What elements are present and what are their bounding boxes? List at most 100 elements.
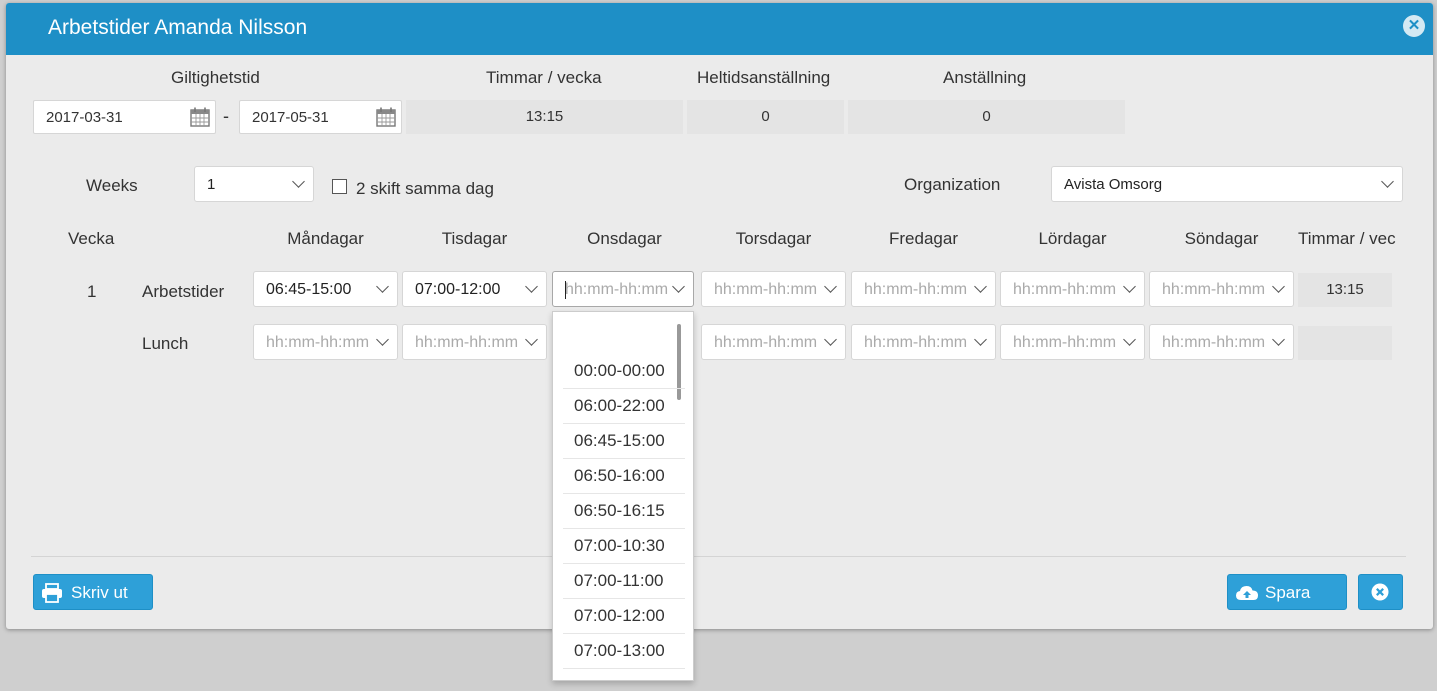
chevron-down-icon [973,281,989,297]
organization-select[interactable]: Avista Omsorg [1051,166,1403,202]
chevron-down-icon [524,281,540,297]
work-time-tuesday-value: 07:00-12:00 [415,281,501,298]
work-time-thursday-placeholder: hh:mm-hh:mm [714,281,818,298]
lunch-time-thursday[interactable]: hh:mm-hh:mm [701,324,846,360]
dropdown-option[interactable]: 07:00-10:30 [563,529,685,564]
lunch-time-thursday-placeholder: hh:mm-hh:mm [714,334,818,351]
lunch-time-saturday-placeholder: hh:mm-hh:mm [1013,334,1117,351]
row-label-lunch: Lunch [142,334,189,353]
work-week-total: 13:15 [1298,273,1392,307]
work-time-friday-placeholder: hh:mm-hh:mm [864,281,968,298]
work-time-monday-value: 06:45-15:00 [266,281,352,298]
work-time-sunday-placeholder: hh:mm-hh:mm [1162,281,1266,298]
weeks-label: Weeks [86,176,138,195]
dialog-title: Arbetstider Amanda Nilsson [48,16,308,39]
printer-icon [42,583,62,603]
close-icon [1371,583,1389,601]
column-header-mandagar: Måndagar [287,229,364,248]
column-header-torsdagar: Torsdagar [735,229,812,248]
print-button-label: Skriv ut [71,583,128,602]
chevron-down-icon [1122,281,1138,297]
chevron-down-icon [973,334,989,350]
lunch-time-tuesday-placeholder: hh:mm-hh:mm [415,334,519,351]
print-button[interactable]: Skriv ut [33,574,153,610]
lunch-time-friday[interactable]: hh:mm-hh:mm [851,324,996,360]
lunch-week-total [1298,326,1392,360]
save-button[interactable]: Spara [1227,574,1347,610]
lunch-time-sunday[interactable]: hh:mm-hh:mm [1149,324,1294,360]
column-header-tisdagar: Tisdagar [441,229,508,248]
work-time-saturday[interactable]: hh:mm-hh:mm [1000,271,1145,307]
chevron-down-icon [1271,281,1287,297]
dialog-titlebar: Arbetstider Amanda Nilsson ✕ [6,3,1433,55]
chevron-down-icon [1271,334,1287,350]
column-header-fredagar: Fredagar [889,229,958,248]
weeks-select[interactable]: 1 [194,166,314,202]
text-caret [565,281,566,299]
dropdown-option[interactable]: 06:50-16:15 [563,494,685,529]
work-time-tuesday[interactable]: 07:00-12:00 [402,271,547,307]
organization-value: Avista Omsorg [1064,176,1163,193]
dropdown-option[interactable]: 06:00-22:00 [563,389,685,424]
dropdown-option[interactable]: 07:00-12:00 [563,599,685,634]
close-icon[interactable]: ✕ [1403,15,1425,37]
lunch-time-tuesday[interactable]: hh:mm-hh:mm [402,324,547,360]
chevron-down-icon [823,334,839,350]
column-header-onsdagar: Onsdagar [587,229,662,248]
date-from-value: 2017-03-31 [46,109,123,126]
chevron-down-icon [1380,176,1396,192]
dropdown-option[interactable]: 07:00-11:00 [563,564,685,599]
calendar-icon[interactable] [375,106,397,128]
work-time-wednesday[interactable]: hh:mm-hh:mm [552,271,694,307]
organization-label: Organization [904,175,1001,194]
dropdown-option[interactable]: 07:00-13:00 [563,634,685,669]
weeks-value: 1 [207,176,216,193]
date-to-field[interactable]: 2017-05-31 [239,100,402,134]
chevron-down-icon [375,334,391,350]
lunch-time-friday-placeholder: hh:mm-hh:mm [864,334,968,351]
validity-label: Giltighetstid [171,68,260,87]
work-time-wednesday-placeholder: hh:mm-hh:mm [565,281,669,298]
time-options-dropdown[interactable]: 00:00-00:00 06:00-22:00 06:45-15:00 06:5… [552,311,694,681]
chevron-down-icon [1122,334,1138,350]
column-header-hours-week: Timmar / vec [1298,229,1396,248]
chevron-down-icon [291,176,307,192]
two-shifts-label: 2 skift samma dag [356,179,494,198]
lunch-time-monday-placeholder: hh:mm-hh:mm [266,334,370,351]
column-header-vecka: Vecka [68,229,115,248]
lunch-time-saturday[interactable]: hh:mm-hh:mm [1000,324,1145,360]
dropdown-option[interactable]: 06:50-16:00 [563,459,685,494]
fulltime-label: Heltidsanställning [697,68,831,87]
dropdown-option[interactable]: 06:45-15:00 [563,424,685,459]
work-time-monday[interactable]: 06:45-15:00 [253,271,398,307]
fulltime-value: 0 [687,100,844,134]
calendar-icon[interactable] [189,106,211,128]
work-time-saturday-placeholder: hh:mm-hh:mm [1013,281,1117,298]
lunch-time-sunday-placeholder: hh:mm-hh:mm [1162,334,1266,351]
date-separator: - [223,106,229,126]
row-label-work: Arbetstider [142,282,225,301]
two-shifts-checkbox[interactable] [332,179,347,194]
date-from-field[interactable]: 2017-03-31 [33,100,216,134]
work-time-thursday[interactable]: hh:mm-hh:mm [701,271,846,307]
footer-divider [31,556,1406,557]
cloud-upload-icon [1236,586,1258,600]
hours-week-value: 13:15 [406,100,683,134]
dropdown-option[interactable]: 00:00-00:00 [563,354,685,389]
work-time-friday[interactable]: hh:mm-hh:mm [851,271,996,307]
lunch-time-monday[interactable]: hh:mm-hh:mm [253,324,398,360]
hours-week-label: Timmar / vecka [486,68,602,87]
chevron-down-icon [524,334,540,350]
date-to-value: 2017-05-31 [252,109,329,126]
chevron-down-icon [823,281,839,297]
column-header-lordagar: Lördagar [1038,229,1107,248]
work-hours-dialog: Arbetstider Amanda Nilsson ✕ Giltighetst… [6,3,1433,629]
employment-label: Anställning [943,68,1027,87]
save-button-label: Spara [1265,583,1311,602]
chevron-down-icon [375,281,391,297]
cancel-button[interactable] [1358,574,1403,610]
chevron-down-icon [671,281,687,297]
week-number: 1 [87,282,97,301]
work-time-sunday[interactable]: hh:mm-hh:mm [1149,271,1294,307]
column-header-sondagar: Söndagar [1184,229,1259,248]
